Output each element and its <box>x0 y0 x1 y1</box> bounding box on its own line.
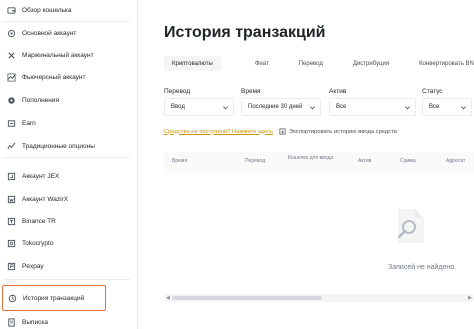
sidebar-item-futures-account[interactable]: Фьючерсный аккаунт <box>4 67 132 87</box>
sidebar-divider <box>4 21 130 22</box>
deposits-icon <box>6 95 16 105</box>
sidebar-item-deposits[interactable]: Пополнения <box>4 90 132 110</box>
time-select[interactable]: Последние 30 дней <box>241 98 321 116</box>
horizontal-scrollbar[interactable]: ◀ ▶ <box>164 294 474 302</box>
status-select-value: Все <box>429 104 440 110</box>
transfer-filter-label: Перевод <box>164 88 191 95</box>
sidebar-divider <box>4 157 130 158</box>
funds-not-arrived-link[interactable]: Средства не поступили? Нажмите здесь <box>164 129 273 135</box>
sidebar-item-label: Pexpay <box>22 262 44 270</box>
tokocrypto-icon <box>6 238 16 248</box>
sidebar-item-label: Tokocrypto <box>22 239 54 247</box>
chevron-down-icon <box>460 104 467 111</box>
sidebar-item-transaction-history[interactable]: История транзакций <box>2 285 106 311</box>
no-records-icon <box>397 209 424 243</box>
options-icon <box>6 141 16 151</box>
spot-account-icon <box>6 28 16 38</box>
export-history-link[interactable]: Экспортировать историю ввода средств <box>279 128 397 135</box>
time-select-value: Последние 30 дней <box>248 104 303 110</box>
sidebar-item-wallet-overview[interactable]: Обзор кошелька <box>4 0 132 20</box>
chevron-down-icon <box>309 104 316 111</box>
sidebar-item-label: Основной аккаунт <box>22 29 77 37</box>
sidebar-item-label: Earn <box>22 119 36 127</box>
column-header-wallet: Кошелек для ввода <box>288 155 334 161</box>
transfer-select[interactable]: Ввод <box>164 98 234 116</box>
export-label: Экспортировать историю ввода средств <box>289 128 397 135</box>
sidebar-divider <box>4 279 130 280</box>
sidebar-item-label: Традиционные опционы <box>22 142 95 150</box>
sidebar-item-margin-account[interactable]: Маржинальный аккаунт <box>4 45 132 65</box>
tab-fiat[interactable]: Фиат <box>247 56 277 71</box>
column-header-time: Время <box>172 158 188 164</box>
sidebar-item-label: Аккаунт JEX <box>22 172 60 180</box>
sidebar-item-label: Пополнения <box>22 96 60 104</box>
sidebar-item-earn[interactable]: Earn <box>4 113 132 133</box>
sidebar-item-pexpay[interactable]: Pexpay <box>4 256 132 276</box>
empty-state-text: Записей не найдено. <box>388 264 457 271</box>
sidebar-item-label: Маржинальный аккаунт <box>22 51 94 59</box>
tab-bar: Криптовалюты Фиат Перевод Дистрибуция Ко… <box>164 56 474 71</box>
page-title: История транзакций <box>164 24 326 41</box>
sidebar-item-label: Обзор кошелька <box>22 6 72 14</box>
wallet-overview-icon <box>6 5 16 15</box>
sidebar-item-label: История транзакций <box>23 294 85 302</box>
sidebar-item-wazirx-account[interactable]: Аккаунт WazirX <box>4 189 132 209</box>
chevron-down-icon <box>222 104 229 111</box>
chevron-down-icon <box>404 104 411 111</box>
asset-filter-label: Актив <box>329 88 347 95</box>
history-icon <box>7 293 17 303</box>
export-icon <box>279 128 286 135</box>
time-filter-label: Время <box>241 88 261 95</box>
asset-select[interactable]: Все <box>329 98 416 116</box>
status-select[interactable]: Все <box>422 98 472 116</box>
column-header-recipient: Адресат <box>446 158 466 164</box>
jex-account-icon <box>6 171 16 181</box>
statement-icon <box>6 317 16 327</box>
tab-distribution[interactable]: Дистрибуция <box>345 56 397 71</box>
sidebar-item-label: Binance TR <box>22 217 56 225</box>
sidebar-item-jex-account[interactable]: Аккаунт JEX <box>4 166 132 186</box>
help-links: Средства не поступили? Нажмите здесь Экс… <box>164 128 397 135</box>
table-header: Время Перевод Кошелек для ввода Актив Су… <box>164 152 474 172</box>
status-filter-label: Статус <box>422 88 443 95</box>
sidebar-item-spot-account[interactable]: Основной аккаунт <box>4 23 132 43</box>
wazirx-account-icon <box>6 194 16 204</box>
scrollbar-thumb[interactable] <box>172 296 322 300</box>
margin-account-icon <box>6 50 16 60</box>
tab-crypto[interactable]: Криптовалюты <box>164 56 221 71</box>
binance-tr-icon <box>6 216 16 226</box>
sidebar-item-statement[interactable]: Выписка <box>4 312 132 329</box>
futures-account-icon <box>6 72 16 82</box>
main-content: История транзакций Криптовалюты Фиат Пер… <box>140 0 474 329</box>
sidebar-item-label: Фьючерсный аккаунт <box>22 73 86 81</box>
sidebar: Обзор кошелька Основной аккаунт Маржинал… <box>0 0 138 329</box>
sidebar-item-label: Выписка <box>22 318 49 326</box>
pexpay-icon <box>6 261 16 271</box>
sidebar-item-binance-tr[interactable]: Binance TR <box>4 211 132 231</box>
sidebar-item-options[interactable]: Традиционные опционы <box>4 136 132 156</box>
scroll-left-icon[interactable]: ◀ <box>166 295 170 301</box>
earn-icon <box>6 118 16 128</box>
sidebar-item-label: Аккаунт WazirX <box>22 195 69 203</box>
column-header-transfer: Перевод <box>245 158 266 164</box>
transfer-select-value: Ввод <box>171 104 185 110</box>
tab-transfer[interactable]: Перевод <box>291 56 331 71</box>
tab-convert-bnb[interactable]: Конвертировать BNB <box>411 56 474 71</box>
asset-select-value: Все <box>336 104 347 110</box>
column-header-amount: Сумма <box>400 158 416 164</box>
scroll-right-icon[interactable]: ▶ <box>468 295 472 301</box>
sidebar-item-tokocrypto[interactable]: Tokocrypto <box>4 233 132 253</box>
column-header-asset: Актив <box>358 158 372 164</box>
